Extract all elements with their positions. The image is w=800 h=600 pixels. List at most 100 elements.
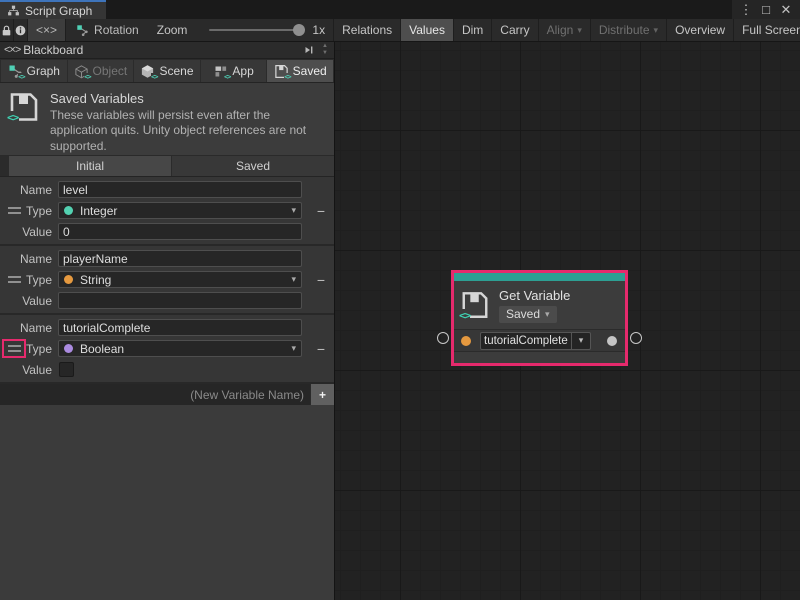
remove-variable-button[interactable]: − [308,341,334,357]
window-controls: ⋮ □ ✕ [732,0,800,19]
node-left-port[interactable] [437,332,449,344]
distribute-dropdown[interactable]: Distribute▾ [590,19,666,41]
variables-toggle-button[interactable]: <×> [28,19,66,41]
subtab-initial[interactable]: Initial [9,156,171,176]
variable-scope-tabs: <> Graph <> Object <> Scene <> App <> Sa… [0,59,334,83]
name-label: Name [0,321,58,335]
blackboard-title: Blackboard [23,43,300,57]
type-color-dot [64,344,73,353]
scroll-stepper[interactable]: ▲ ▼ [318,42,332,58]
node-header: <> Get Variable Saved ▾ [454,281,625,329]
lock-icon [0,24,13,37]
zoom-slider-knob[interactable] [293,24,305,36]
full-screen-button[interactable]: Full Screen [733,19,800,41]
add-variable-button[interactable]: + [310,384,334,405]
script-graph-tab[interactable]: Script Graph [0,0,106,19]
blackboard-panel: <×> Blackboard ▲ ▼ <> Graph <> Object <>… [0,42,335,600]
variable-value-input[interactable] [58,292,302,309]
value-label: Value [0,363,58,377]
script-graph-window: Script Graph ⋮ □ ✕ <×> Rotation Zoom 1x [0,0,800,600]
blackboard-header: <×> Blackboard ▲ ▼ [0,42,334,59]
align-dropdown[interactable]: Align▾ [538,19,590,41]
tab-object[interactable]: <> Object [68,60,134,82]
scroll-down-icon[interactable]: ▼ [318,50,332,57]
type-color-dot [64,206,73,215]
values-button[interactable]: Values [400,19,453,41]
variable-type-dropdown[interactable]: Boolean ▾ [58,340,302,357]
saved-variable-icon: <> [460,290,490,320]
saved-variables-info: <> Saved Variables These variables will … [0,83,334,156]
state-subtabs: Initial Saved [0,156,334,177]
maximize-icon[interactable]: □ [758,1,774,18]
tab-saved[interactable]: <> Saved [267,60,333,82]
zoom-slider[interactable] [209,29,304,31]
chevron-down-icon: ▾ [291,274,296,285]
zoom-label: Zoom [157,23,188,37]
close-icon[interactable]: ✕ [778,1,794,18]
tab-app[interactable]: <> App [201,60,267,82]
rotation-control[interactable]: Rotation [66,19,149,41]
variable-name-input[interactable] [58,250,302,267]
script-graph-icon [7,4,20,17]
variable-name-input[interactable] [58,319,302,336]
variable-type-dropdown[interactable]: Integer ▾ [58,202,302,219]
new-variable-input[interactable] [0,384,310,405]
variable-row-playerName: Name Type String ▾ − Value [0,246,334,315]
dock-button[interactable] [300,43,318,57]
graph-canvas[interactable]: <> Get Variable Saved ▾ tutorialComplete [335,42,800,600]
chevron-down-icon: ▾ [579,335,584,346]
info-icon [14,24,27,37]
node-right-port[interactable] [630,332,642,344]
remove-variable-button[interactable]: − [308,272,334,288]
overview-button[interactable]: Overview [666,19,733,41]
chevron-down-icon: ▾ [291,343,296,354]
variable-value-checkbox[interactable] [59,362,74,377]
drag-handle-icon[interactable] [8,345,21,352]
remove-variable-button[interactable]: − [308,203,334,219]
lock-button[interactable] [0,19,14,41]
variable-value-input[interactable] [58,223,302,240]
node-selection-bar [454,273,625,281]
tab-graph[interactable]: <> Graph [1,60,67,82]
window-tab-title: Script Graph [25,4,92,18]
saved-tab-icon: <> [274,64,289,79]
variable-row-level: Name Type Integer ▾ − Value [0,177,334,246]
variable-type-dropdown[interactable]: String ▾ [58,271,302,288]
tab-scene[interactable]: <> Scene [134,60,200,82]
variable-name-input[interactable] [58,181,302,198]
value-label: Value [0,294,58,308]
variable-picker-button[interactable]: ▾ [571,333,590,349]
title-bar: Script Graph ⋮ □ ✕ [0,0,800,19]
drag-handle-icon[interactable] [8,276,21,283]
name-label: Name [0,252,58,266]
rotation-label: Rotation [94,23,139,37]
dim-button[interactable]: Dim [453,19,491,41]
scroll-up-icon[interactable]: ▲ [318,43,332,50]
graph-toolbar: <×> Rotation Zoom 1x Relations Values Di… [0,19,800,42]
menu-icon[interactable]: ⋮ [738,1,754,18]
type-color-dot [64,275,73,284]
get-variable-node[interactable]: <> Get Variable Saved ▾ tutorialComplete [454,273,625,363]
variable-row-tutorialComplete: Name Type Boolean ▾ − Value [0,315,334,384]
node-highlight: <> Get Variable Saved ▾ tutorialComplete [451,270,628,366]
name-label: Name [0,183,58,197]
info-title: Saved Variables [50,91,326,106]
chevron-down-icon: ▾ [654,25,659,36]
carry-button[interactable]: Carry [491,19,537,41]
blackboard-variables-icon: <×> [4,44,20,56]
object-tab-icon: <> [74,64,89,79]
value-output-port[interactable] [607,336,617,346]
dock-icon [303,44,315,56]
drag-handle-icon[interactable] [8,207,21,214]
app-tab-icon: <> [213,64,228,79]
scope-dropdown[interactable]: Saved ▾ [499,306,557,323]
info-button[interactable] [14,19,28,41]
relations-button[interactable]: Relations [333,19,400,41]
variable-name-field[interactable]: tutorialComplete ▾ [480,332,591,350]
variables-glyph-icon: <×> [36,23,57,37]
subtab-saved[interactable]: Saved [172,156,334,176]
node-title: Get Variable [499,288,570,303]
name-input-port[interactable] [461,336,471,346]
new-variable-row: + [0,384,334,405]
rotation-icon [76,24,89,37]
